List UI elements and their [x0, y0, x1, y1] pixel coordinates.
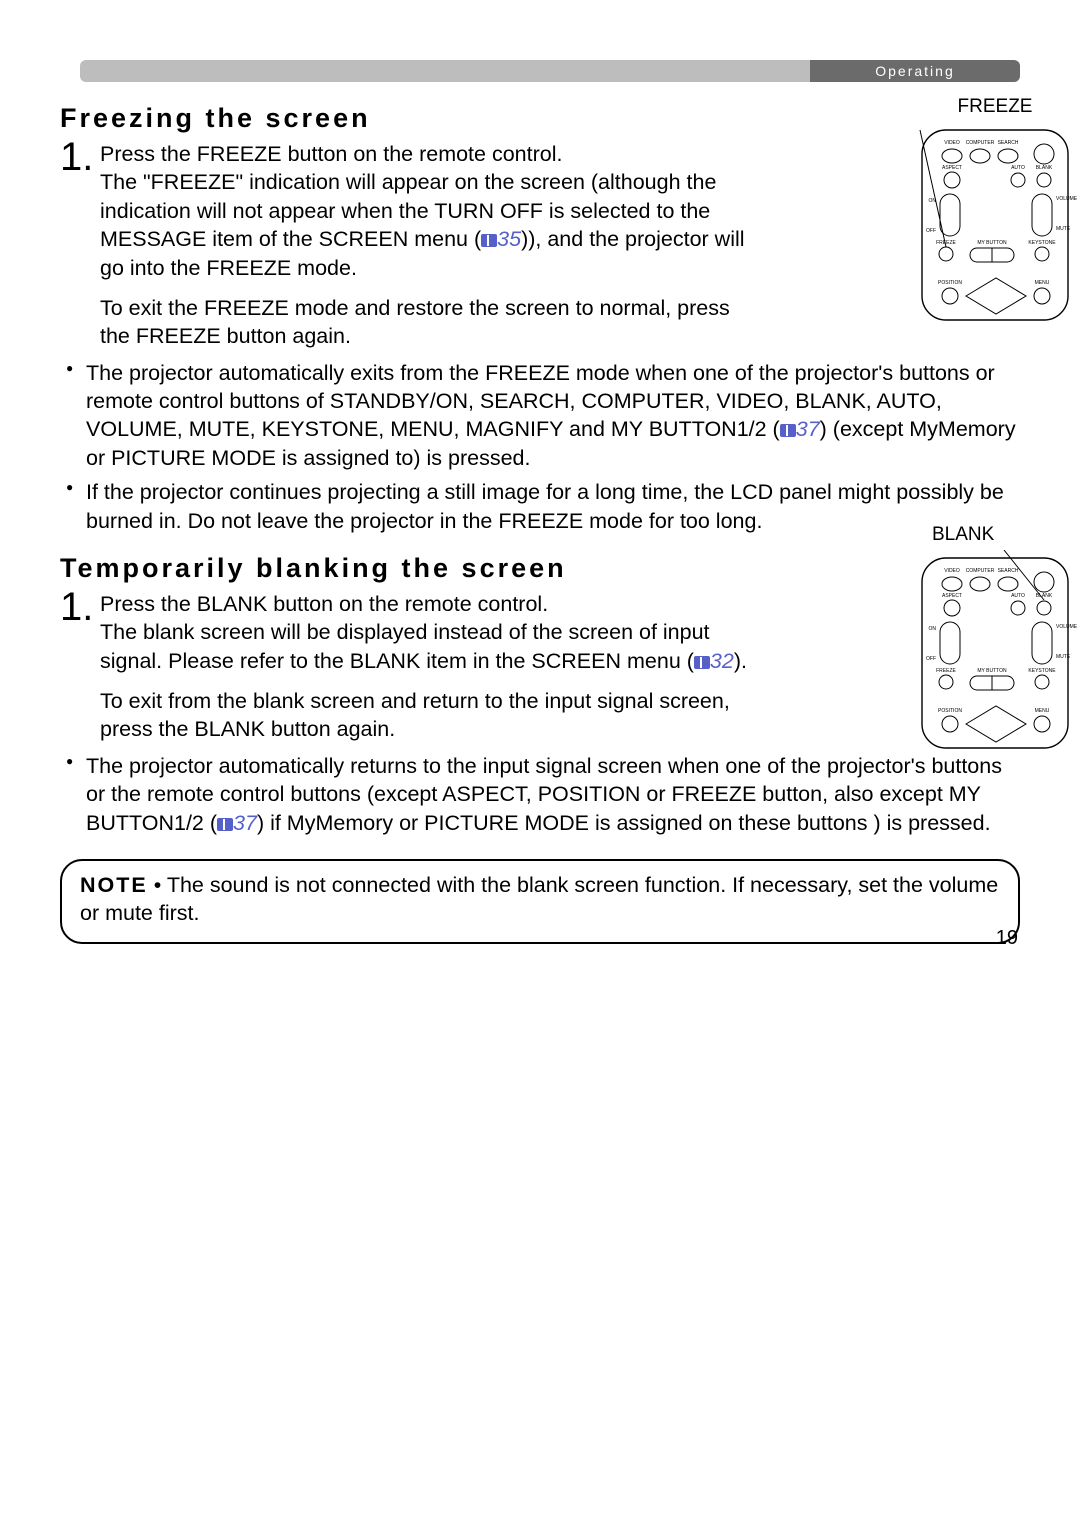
svg-text:FREEZE: FREEZE [936, 240, 956, 246]
section1-bullets: The projector automatically exits from t… [60, 359, 1020, 535]
svg-text:POSITION: POSITION [938, 708, 962, 714]
section2-ref1: 32 [710, 649, 734, 673]
section2-step-rest: The blank screen will be displayed inste… [100, 620, 710, 672]
bullet-item: The projector automatically returns to t… [60, 752, 1020, 837]
section1-step-line1: Press the FREEZE button on the remote co… [100, 142, 562, 166]
svg-text:KEYSTONE: KEYSTONE [1028, 668, 1056, 674]
svg-text:BLANK: BLANK [1036, 593, 1053, 599]
bullet-item: If the projector continues projecting a … [60, 478, 1020, 535]
svg-text:AUTO: AUTO [1011, 593, 1025, 599]
note-label: NOTE [80, 873, 148, 897]
bullet-ref: 37 [796, 417, 820, 441]
bullet-item: The projector automatically exits from t… [60, 359, 1020, 473]
section2-bullets: The projector automatically returns to t… [60, 752, 1020, 837]
svg-text:VIDEO: VIDEO [944, 140, 960, 146]
svg-text:COMPUTER: COMPUTER [966, 140, 995, 146]
section2-step-number: 1. [60, 590, 100, 624]
svg-text:SEARCH: SEARCH [998, 568, 1019, 574]
svg-text:FREEZE: FREEZE [936, 668, 956, 674]
book-icon [780, 424, 796, 437]
note-text: • The sound is not connected with the bl… [80, 873, 998, 925]
book-icon [694, 656, 710, 669]
remote-diagram-freeze: FREEZE VIDEO COMPUTER SEARCH ASPECT AUTO… [910, 96, 1080, 327]
remote-svg: VIDEO COMPUTER SEARCH ASPECT AUTO BLANK … [910, 550, 1080, 750]
svg-text:MY BUTTON: MY BUTTON [977, 668, 1007, 674]
note-box: NOTE • The sound is not connected with t… [60, 859, 1020, 944]
svg-text:VOLUME: VOLUME [1056, 624, 1078, 630]
bullet-ref: 37 [233, 811, 257, 835]
section2-step-rest2: ). [734, 649, 747, 673]
remote-label-blank: BLANK [932, 524, 1080, 546]
book-icon [481, 234, 497, 247]
header-bar-left [80, 60, 810, 82]
svg-text:MUTE: MUTE [1056, 226, 1071, 232]
header-bar: Operating [80, 60, 1020, 82]
svg-text:MY BUTTON: MY BUTTON [977, 240, 1007, 246]
svg-text:COMPUTER: COMPUTER [966, 568, 995, 574]
remote-svg: VIDEO COMPUTER SEARCH ASPECT AUTO BLANK … [910, 122, 1080, 322]
svg-text:VOLUME: VOLUME [1056, 196, 1078, 202]
section2-para2: To exit from the blank screen and return… [100, 687, 750, 744]
remote-diagram-blank: BLANK VIDEO COMPUTER SEARCH ASPECT AUTO … [910, 524, 1080, 755]
svg-text:POSITION: POSITION [938, 280, 962, 286]
section1-title: Freezing the screen [60, 103, 1020, 134]
svg-text:SEARCH: SEARCH [998, 140, 1019, 146]
svg-text:OFF: OFF [926, 656, 936, 662]
book-icon [217, 818, 233, 831]
remote-label-freeze: FREEZE [910, 96, 1080, 118]
header-category: Operating [810, 60, 1020, 82]
section2-title: Temporarily blanking the screen [60, 553, 1020, 584]
svg-text:BLANK: BLANK [1036, 165, 1053, 171]
svg-text:MENU: MENU [1035, 708, 1050, 714]
section1-ref1: 35 [497, 227, 521, 251]
svg-text:KEYSTONE: KEYSTONE [1028, 240, 1056, 246]
svg-text:VIDEO: VIDEO [944, 568, 960, 574]
svg-text:MUTE: MUTE [1056, 654, 1071, 660]
svg-text:MENU: MENU [1035, 280, 1050, 286]
svg-text:ON: ON [929, 626, 937, 632]
section2-step-line1: Press the BLANK button on the remote con… [100, 592, 548, 616]
svg-text:ASPECT: ASPECT [942, 165, 962, 171]
svg-text:OFF: OFF [926, 228, 936, 234]
svg-text:ASPECT: ASPECT [942, 593, 962, 599]
bullet-text: If the projector continues projecting a … [86, 480, 1004, 532]
section1-step-number: 1. [60, 140, 100, 174]
section1-para2: To exit the FREEZE mode and restore the … [100, 294, 750, 351]
page-number: 19 [996, 927, 1018, 950]
bullet-text-post: ) if MyMemory or PICTURE MODE is assigne… [257, 811, 991, 835]
svg-text:AUTO: AUTO [1011, 165, 1025, 171]
